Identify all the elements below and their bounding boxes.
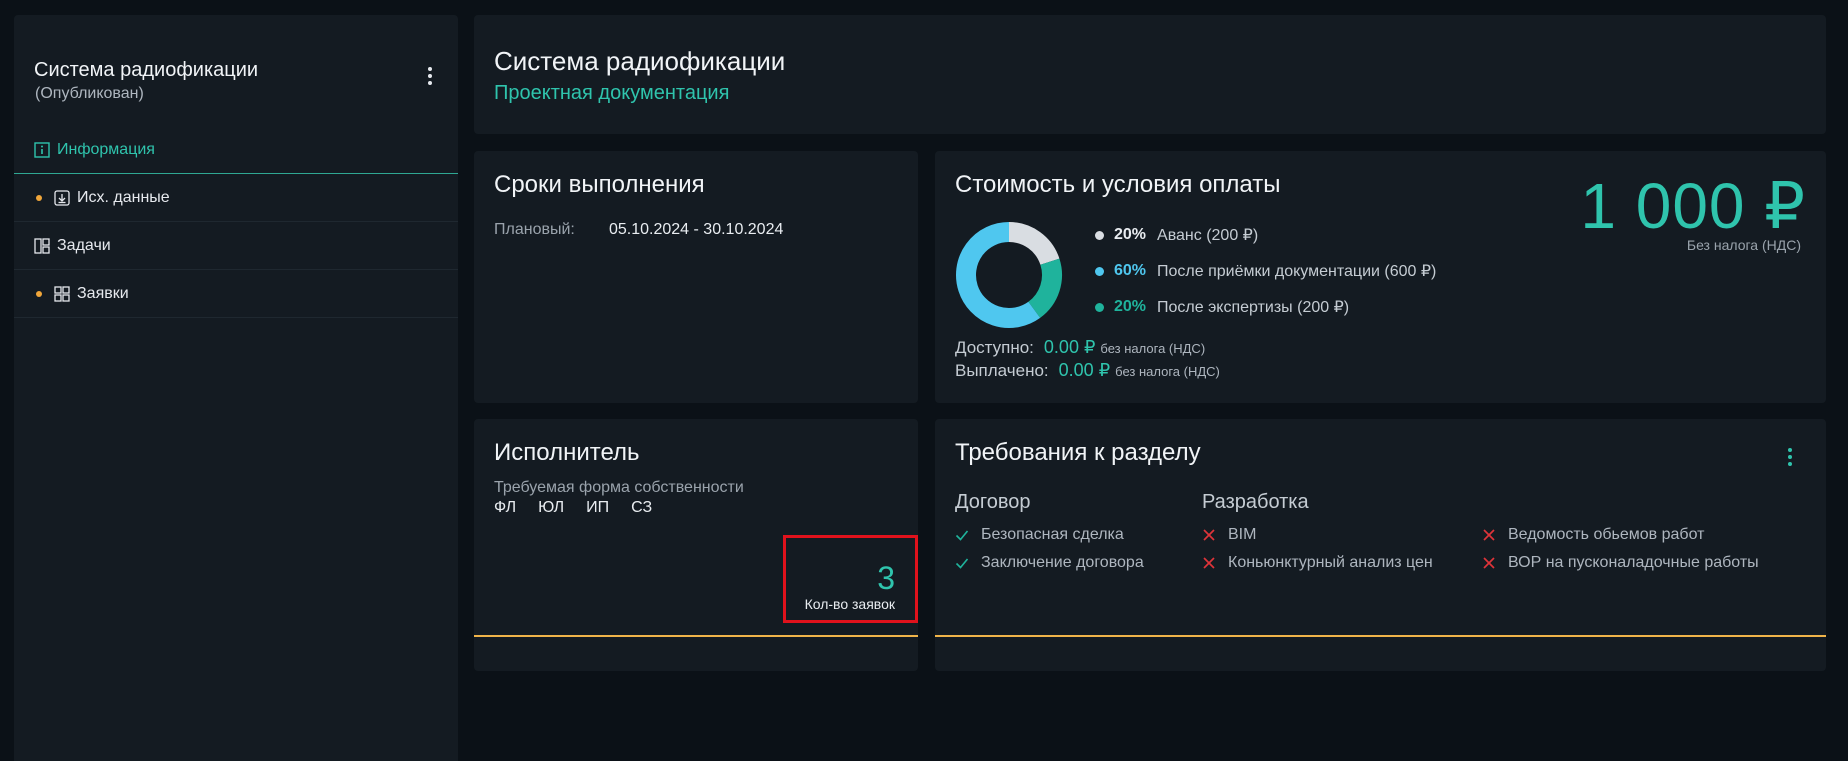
nds-note: без налога (НДС) [1115,364,1220,379]
cost-card: Стоимость и условия оплаты 20% Аванс (20… [935,151,1826,403]
available-row: Доступно: 0.00 ₽ без налога (НДС) [955,337,1205,358]
nds-note: без налога (НДС) [1100,341,1206,356]
ownership-form: ЮЛ [538,499,565,516]
payment-text: После экспертизы (200 ₽) [1157,299,1350,316]
check-icon [955,530,969,541]
total-price: 1 000 ₽ [1580,170,1806,242]
payment-row-advance: 20% Аванс (200 ₽) [1095,225,1258,245]
requirement-label: BIM [1228,526,1257,543]
payment-row-acceptance: 60% После приёмки документации (600 ₽) [1095,261,1436,281]
cross-icon [1483,557,1495,569]
project-title: Система радиофикации [34,59,259,81]
payment-percent: 20% [1114,226,1147,243]
payment-text: После приёмки документации (600 ₽) [1157,263,1437,280]
requirement-item: Заключение договора [955,554,1144,572]
requirement-label: ВОР на пусконаладочные работы [1508,554,1759,571]
donut-slice [1008,222,1060,266]
sidebar-item-applications[interactable]: Заявки [14,270,458,318]
sidebar-item-label: Задачи [57,236,111,254]
development-header: Разработка [1202,491,1309,513]
cross-icon [1203,529,1215,541]
status-dot [36,290,42,297]
ownership-label: Требуемая форма собственности [494,479,744,496]
payment-percent: 20% [1114,298,1147,315]
sidebar-item-label: Заявки [77,284,129,302]
status-dot [36,194,42,201]
page-header: Система радиофикации Проектная документа… [474,15,1826,134]
available-amount: 0.00 ₽ [1043,337,1096,357]
ownership-forms: ФЛ ЮЛ ИП СЗ [494,499,652,517]
cost-title: Стоимость и условия оплаты [955,171,1281,198]
divider [935,635,1826,637]
executor-card: Исполнитель Требуемая форма собственност… [474,419,918,671]
requirement-item: Безопасная сделка [955,526,1124,544]
available-label: Доступно: [955,338,1034,357]
sidebar-item-label: Исх. данные [77,188,170,206]
cross-icon [1483,529,1495,541]
sidebar-item-label: Информация [57,140,155,158]
total-price-note: Без налога (НДС) [1686,237,1801,253]
cross-icon [1203,557,1215,569]
paid-amount: 0.00 ₽ [1058,360,1111,380]
sidebar-item-source-data[interactable]: Исх. данные [14,174,458,222]
more-vertical-icon[interactable] [1782,444,1798,470]
legend-dot [1095,302,1104,312]
payment-percent: 60% [1114,262,1147,279]
ownership-form: ИП [586,499,610,516]
payment-row-expertise: 20% После экспертизы (200 ₽) [1095,297,1349,317]
page-subtitle: Проектная документация [494,82,730,104]
payment-donut-chart [956,222,1062,328]
paid-row: Выплачено: 0.00 ₽ без налога (НДС) [955,360,1220,381]
tasks-icon [34,237,50,254]
requirements-card: Требования к разделу Договор Разработка … [935,419,1826,671]
payment-text: Аванс (200 ₽) [1157,227,1259,244]
applications-count: 3 [877,560,895,596]
requirement-item: Ведомость обьемов работ [1482,526,1704,544]
contract-header: Договор [955,491,1031,513]
project-status: (Опубликован) [35,85,144,102]
donut-slice [1027,258,1062,318]
sidebar-item-tasks[interactable]: Задачи [14,222,458,270]
plan-label: Плановый: [494,221,575,238]
sidebar-item-info[interactable]: Информация [14,126,458,174]
applications-count-label: Кол-во заявок [804,596,895,612]
requirement-item: ВОР на пусконаладочные работы [1482,554,1759,572]
plan-dates: 05.10.2024 - 30.10.2024 [609,221,784,238]
divider [474,635,918,637]
requirements-title: Требования к разделу [955,439,1201,466]
requirement-label: Коньюнктурный анализ цен [1228,554,1433,571]
legend-dot [1095,230,1104,240]
requirement-label: Ведомость обьемов работ [1508,526,1705,543]
sidebar: Система радиофикации (Опубликован) Инфор… [14,15,458,761]
applications-count-box[interactable]: 3 Кол-во заявок [783,535,918,623]
ownership-form: ФЛ [494,499,517,516]
requirement-item: Коньюнктурный анализ цен [1202,554,1433,572]
download-icon [54,189,70,206]
paid-label: Выплачено: [955,361,1049,380]
info-icon [34,141,50,158]
applications-icon [54,285,70,302]
check-icon [955,558,969,569]
requirement-label: Заключение договора [981,554,1144,571]
schedule-title: Сроки выполнения [494,171,705,198]
requirement-item: BIM [1202,526,1256,544]
executor-title: Исполнитель [494,439,640,466]
requirement-label: Безопасная сделка [981,526,1124,543]
schedule-card: Сроки выполнения Плановый: 05.10.2024 - … [474,151,918,403]
ownership-form: СЗ [631,499,653,516]
legend-dot [1095,266,1104,276]
page-title: Система радиофикации [494,46,786,76]
more-vertical-icon[interactable] [420,61,440,91]
